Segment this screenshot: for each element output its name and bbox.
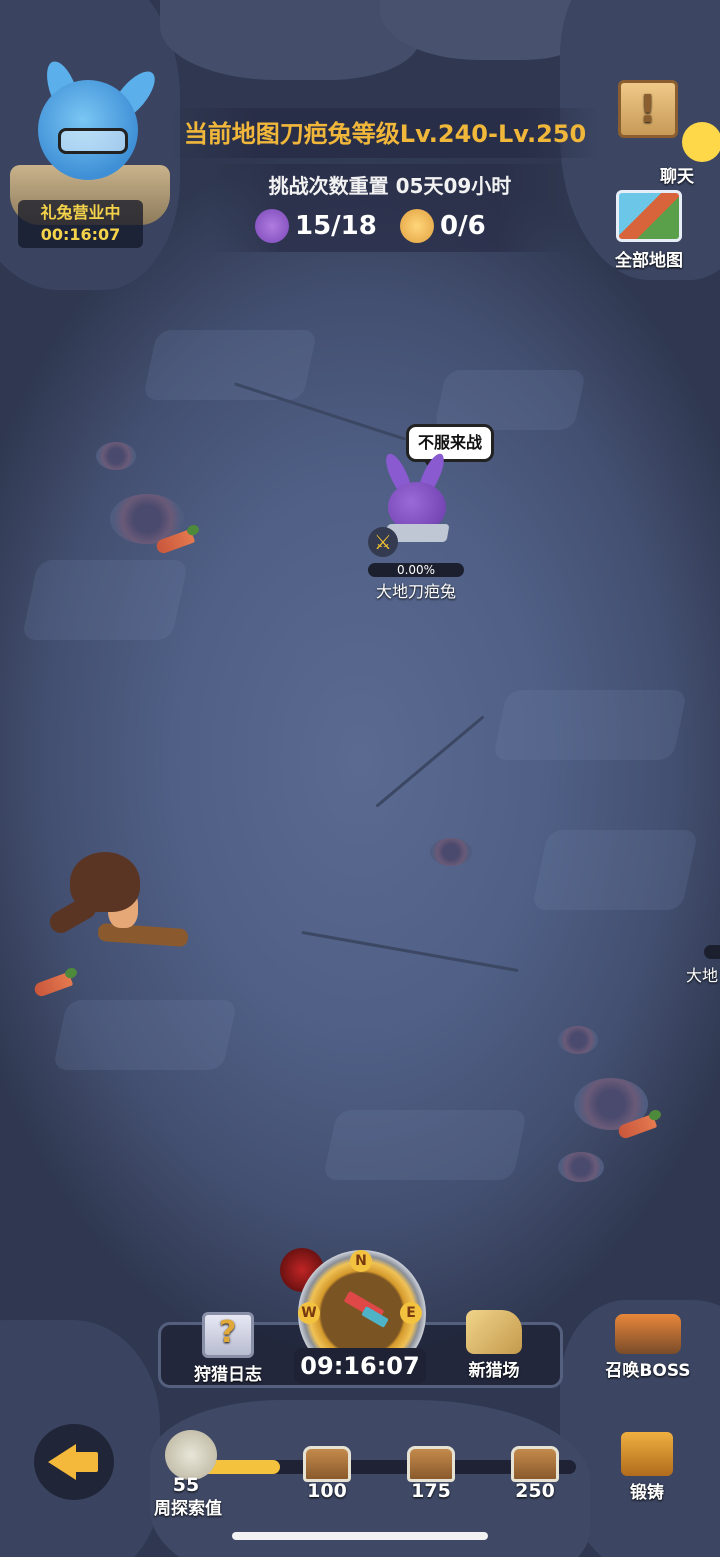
chest-icon bbox=[511, 1446, 559, 1482]
broom bbox=[97, 922, 189, 948]
floor-crack bbox=[301, 930, 519, 973]
back-arrow-icon bbox=[48, 1444, 76, 1480]
home-indicator[interactable] bbox=[232, 1532, 488, 1540]
reward-chest-250[interactable]: 250 bbox=[507, 1446, 563, 1502]
player-character bbox=[45, 848, 189, 958]
shop-timer: 00:16:07 bbox=[40, 225, 121, 244]
purple-rabbit-counter: 15/18 bbox=[255, 206, 377, 246]
all-map-button[interactable]: 全部地图 bbox=[604, 190, 694, 271]
back-arrow-tail bbox=[74, 1452, 98, 1472]
gold-counter-value: 0/6 bbox=[440, 211, 486, 241]
enemy-progress-bar: 0.00% bbox=[368, 563, 464, 577]
treasure-map-icon bbox=[466, 1310, 522, 1354]
purple-counter-value: 15/18 bbox=[295, 211, 377, 241]
forge-button[interactable]: 锻铸 bbox=[614, 1432, 680, 1503]
floor-crack bbox=[375, 715, 485, 808]
shop-status-label: 礼兔营业中 bbox=[40, 203, 121, 222]
gold-rabbit-icon bbox=[400, 209, 434, 243]
floor-tile bbox=[52, 1000, 238, 1070]
compass-north: N bbox=[350, 1250, 372, 1272]
burrow-hole bbox=[558, 1152, 604, 1182]
compass-east: E bbox=[400, 1302, 422, 1324]
all-map-label: 全部地图 bbox=[615, 251, 683, 271]
map-icon bbox=[616, 190, 682, 242]
chat-label: 聊天 bbox=[660, 167, 694, 187]
player-hair bbox=[70, 852, 140, 912]
reward-chest-100[interactable]: 100 bbox=[299, 1446, 355, 1502]
floor-tile bbox=[433, 370, 587, 430]
summon-boss-label: 召唤BOSS bbox=[605, 1361, 691, 1381]
chest-icon bbox=[407, 1446, 455, 1482]
purple-rabbit-icon bbox=[255, 209, 289, 243]
hunt-log-icon bbox=[202, 1312, 254, 1358]
offscreen-enemy-bar bbox=[704, 945, 720, 959]
forge-icon bbox=[621, 1432, 673, 1476]
back-button[interactable] bbox=[34, 1424, 114, 1500]
new-hunt-label: 新猎场 bbox=[468, 1361, 520, 1381]
notice-board-icon bbox=[618, 80, 678, 138]
summon-cart-icon bbox=[615, 1314, 681, 1354]
hunt-log-button[interactable]: 狩猎日志 bbox=[180, 1312, 276, 1385]
chest-threshold: 175 bbox=[411, 1480, 451, 1502]
hunt-log-label: 狩猎日志 bbox=[194, 1365, 262, 1385]
compass-west: W bbox=[298, 1302, 320, 1324]
floor-tile bbox=[322, 1110, 528, 1180]
reward-chest-175[interactable]: 175 bbox=[403, 1446, 459, 1502]
floor-tile bbox=[492, 690, 688, 760]
chat-icon bbox=[682, 122, 720, 162]
glasses-icon bbox=[58, 128, 128, 154]
burrow-hole bbox=[96, 442, 136, 470]
enemy-name: 大地刀疤兔 bbox=[375, 582, 456, 601]
floor-tile bbox=[531, 830, 699, 910]
compass-timer: 09:16:07 bbox=[294, 1348, 426, 1384]
offscreen-enemy-name: 大地 bbox=[686, 966, 719, 985]
map-info-banner: 当前地图刀疤兔等级Lv.240-Lv.250 挑战次数重置 05天09小时 15… bbox=[170, 106, 600, 252]
floor-tile bbox=[21, 560, 189, 640]
map-level-title: 当前地图刀疤兔等级Lv.240-Lv.250 bbox=[183, 120, 587, 148]
floor-crack bbox=[233, 382, 407, 441]
floor-tile bbox=[142, 330, 318, 400]
burrow-hole bbox=[558, 1026, 598, 1054]
carrot-decoration bbox=[32, 971, 74, 999]
challenge-reset-label: 挑战次数重置 05天09小时 bbox=[268, 174, 512, 198]
chat-button[interactable]: 聊天 bbox=[612, 80, 720, 187]
burrow-hole bbox=[430, 838, 472, 866]
gold-rabbit-counter: 0/6 bbox=[400, 206, 486, 246]
summon-boss-button[interactable]: 召唤BOSS bbox=[598, 1314, 698, 1381]
weekly-value: 55 bbox=[172, 1474, 200, 1496]
magnifier-icon[interactable] bbox=[165, 1430, 217, 1480]
sword-icon: ⚔ bbox=[368, 527, 398, 557]
forge-label: 锻铸 bbox=[630, 1483, 664, 1503]
new-hunting-ground-button[interactable]: 新猎场 bbox=[456, 1310, 532, 1381]
chest-icon bbox=[303, 1446, 351, 1482]
shop-status[interactable]: 礼兔营业中 00:16:07 bbox=[18, 200, 143, 248]
chest-threshold: 250 bbox=[515, 1480, 555, 1502]
weekly-label: 周探索值 bbox=[154, 1499, 222, 1519]
chest-threshold: 100 bbox=[307, 1480, 347, 1502]
